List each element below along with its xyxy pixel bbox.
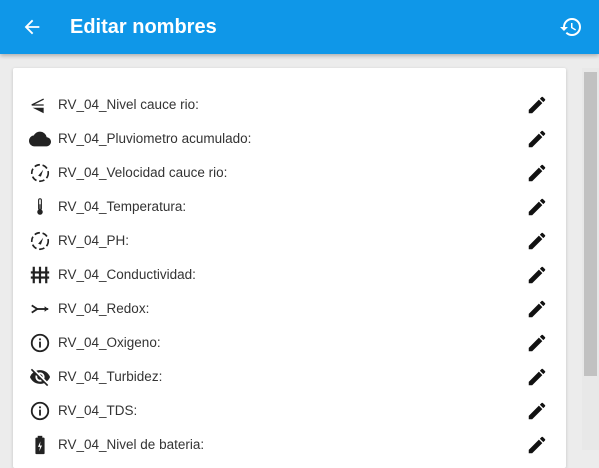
sensor-row: RV_04_Nivel de bateria: xyxy=(13,428,566,462)
cloud-icon xyxy=(28,127,52,151)
scrollbar-thumb[interactable] xyxy=(584,72,597,376)
info-icon xyxy=(28,331,52,355)
sensor-row: RV_04_Oxigeno: xyxy=(13,326,566,360)
sensor-name-label: RV_04_Nivel cauce rio: xyxy=(58,97,199,112)
edit-name-button[interactable] xyxy=(525,161,549,185)
sensor-row: RV_04_Conductividad: xyxy=(13,258,566,292)
sensor-name-label: RV_04_TDS: xyxy=(58,403,138,418)
pencil-edit-icon xyxy=(528,96,546,114)
thermometer-icon xyxy=(28,195,52,219)
sensor-name-label: RV_04_Pluviometro acumulado: xyxy=(58,131,252,146)
sensor-name-label: RV_04_Temperatura: xyxy=(58,199,187,214)
app-bar: Editar nombres xyxy=(0,0,599,54)
info-icon xyxy=(28,399,52,423)
sensor-list: RV_04_Nivel cauce rio: RV_04_Pluviometro … xyxy=(13,88,566,462)
sensor-name-label: RV_04_Turbidez: xyxy=(58,369,163,384)
page-title: Editar nombres xyxy=(70,16,217,38)
sensor-name-label: RV_04_Conductividad: xyxy=(58,267,196,282)
edit-name-button[interactable] xyxy=(525,93,549,117)
pencil-edit-icon xyxy=(528,164,546,182)
pencil-edit-icon xyxy=(528,300,546,318)
pencil-edit-icon xyxy=(528,334,546,352)
sensor-name-label: RV_04_PH: xyxy=(58,233,130,248)
water-level-icon xyxy=(28,93,52,117)
sensor-row: RV_04_Pluviometro acumulado: xyxy=(13,122,566,156)
edit-name-button[interactable] xyxy=(525,229,549,253)
sensor-name-label: RV_04_Redox: xyxy=(58,301,150,316)
restore-icon xyxy=(560,18,581,37)
scrollbar[interactable] xyxy=(582,68,599,450)
gauge-icon xyxy=(28,229,52,253)
sensor-row: RV_04_Redox: xyxy=(13,292,566,326)
edit-name-button[interactable] xyxy=(525,263,549,287)
pencil-edit-icon xyxy=(528,368,546,386)
sensor-row: RV_04_Nivel cauce rio: xyxy=(13,88,566,122)
arrow-back-icon xyxy=(24,19,40,35)
pencil-edit-icon xyxy=(528,198,546,216)
back-button[interactable] xyxy=(19,14,45,40)
pencil-edit-icon xyxy=(528,232,546,250)
edit-name-button[interactable] xyxy=(525,331,549,355)
edit-name-button[interactable] xyxy=(525,195,549,219)
pencil-edit-icon xyxy=(528,266,546,284)
sensor-row: RV_04_Turbidez: xyxy=(13,360,566,394)
conductivity-icon xyxy=(28,263,52,287)
edit-name-button[interactable] xyxy=(525,433,549,457)
sensor-row: RV_04_Velocidad cauce rio: xyxy=(13,156,566,190)
edit-name-button[interactable] xyxy=(525,365,549,389)
visibility-off-icon xyxy=(28,365,52,389)
sensor-names-card: RV_04_Nivel cauce rio: RV_04_Pluviometro … xyxy=(13,68,566,468)
sensor-row: RV_04_TDS: xyxy=(13,394,566,428)
pencil-edit-icon xyxy=(528,436,546,454)
sensor-row: RV_04_PH: xyxy=(13,224,566,258)
redox-arrow-icon xyxy=(28,297,52,321)
sensor-name-label: RV_04_Velocidad cauce rio: xyxy=(58,165,228,180)
sensor-name-label: RV_04_Nivel de bateria: xyxy=(58,437,205,452)
edit-name-button[interactable] xyxy=(525,297,549,321)
speed-gauge-icon xyxy=(28,161,52,185)
sensor-row: RV_04_Temperatura: xyxy=(13,190,566,224)
sensor-name-label: RV_04_Oxigeno: xyxy=(58,335,161,350)
pencil-edit-icon xyxy=(528,130,546,148)
restore-button[interactable] xyxy=(557,13,585,41)
edit-name-button[interactable] xyxy=(525,399,549,423)
edit-name-button[interactable] xyxy=(525,127,549,151)
battery-icon xyxy=(28,433,52,457)
pencil-edit-icon xyxy=(528,402,546,420)
